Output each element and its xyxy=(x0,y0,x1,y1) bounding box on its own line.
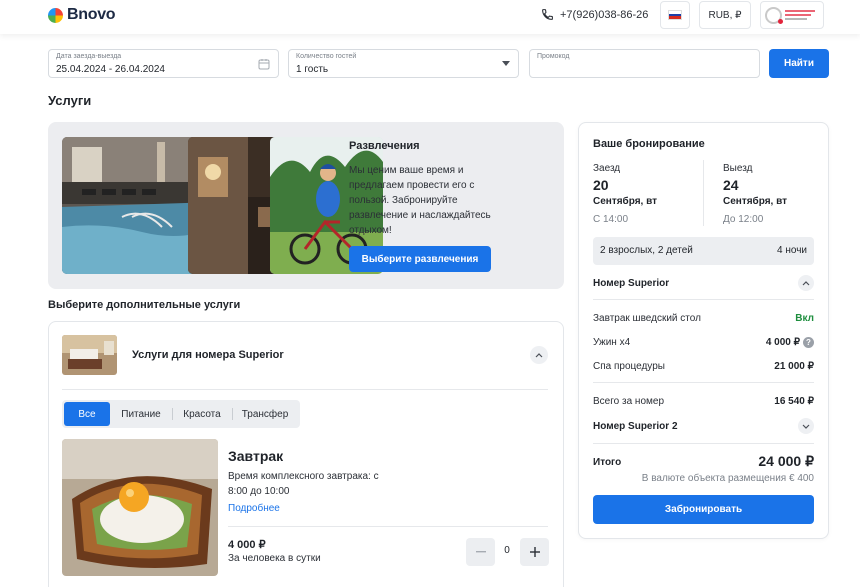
collapse-room-services-button[interactable] xyxy=(530,346,548,364)
dates-label: Дата заезда-выезда xyxy=(56,53,122,60)
line-breakfast-value: Вкл xyxy=(795,313,814,324)
guests-label: Количество гостей xyxy=(296,53,357,60)
phone-link[interactable]: +7(926)038-86-26 xyxy=(541,8,648,21)
collapse-room1-button[interactable] xyxy=(798,275,814,291)
logo-icon xyxy=(48,7,63,23)
service-category-tabs: Все Питание Красота Трансфер xyxy=(62,400,300,428)
partner-logo xyxy=(760,1,824,29)
currency-button[interactable]: RUB, ₽ xyxy=(699,1,751,29)
calendar-icon xyxy=(258,59,270,70)
breakfast-description: Время комплексного завтрака: с 8:00 до 1… xyxy=(228,471,379,497)
checkin-time: С 14:00 xyxy=(593,214,629,225)
breakfast-price-unit: За человека в сутки xyxy=(228,553,321,564)
entertainment-description: Мы ценим ваше время и предлагаем провест… xyxy=(349,165,491,236)
checkout-date: Сентября, вт xyxy=(723,196,788,207)
russian-flag-icon xyxy=(668,10,682,20)
breakfast-more-link[interactable]: Подробнее xyxy=(228,503,280,514)
room-thumbnail xyxy=(62,335,117,375)
guests-summary: 2 взрослых, 2 детей xyxy=(600,245,693,256)
phone-icon xyxy=(542,9,553,20)
room1-title: Номер Superior xyxy=(593,278,670,289)
divider xyxy=(62,389,548,390)
tab-beauty[interactable]: Красота xyxy=(172,402,232,426)
partner-logo-icon xyxy=(765,6,783,24)
line-spa-label: Спа процедуры xyxy=(593,361,665,372)
language-button[interactable] xyxy=(660,1,690,29)
logo[interactable]: Bnovo xyxy=(48,6,116,24)
checkin-day: 20 xyxy=(593,177,609,193)
line-breakfast-label: Завтрак шведский стол xyxy=(593,313,701,324)
decrease-quantity-button[interactable] xyxy=(466,538,495,566)
increase-quantity-button[interactable] xyxy=(520,538,549,566)
chevron-down-icon xyxy=(802,424,810,429)
dates-value: 25.04.2024 - 26.04.2024 xyxy=(56,64,165,75)
chevron-down-icon xyxy=(502,61,510,66)
line-dinner-value-wrap: 4 000 ₽? xyxy=(740,337,814,348)
checkin-date: Сентября, вт xyxy=(593,196,658,207)
logo-text: Bnovo xyxy=(67,6,116,23)
checkin-label: Заезд xyxy=(593,163,621,174)
checkout-label: Выезд xyxy=(723,163,753,174)
page-title: Услуги xyxy=(48,93,92,108)
book-button[interactable]: Забронировать xyxy=(593,495,814,524)
phone-number: +7(926)038-86-26 xyxy=(560,8,649,21)
line-dinner-label: Ужин x4 xyxy=(593,337,631,348)
breakfast-image xyxy=(62,439,218,576)
checkout-time: До 12:00 xyxy=(723,214,764,225)
quantity-value: 0 xyxy=(504,545,510,556)
promo-label: Промокод xyxy=(537,53,570,60)
tab-food[interactable]: Питание xyxy=(110,402,172,426)
chevron-up-icon xyxy=(535,352,543,357)
expand-room2-button[interactable] xyxy=(798,418,814,434)
guests-nights-summary: 2 взрослых, 2 детей 4 ночи xyxy=(593,237,814,265)
help-icon[interactable]: ? xyxy=(803,337,814,348)
breakfast-title: Завтрак xyxy=(228,448,284,464)
chevron-up-icon xyxy=(802,280,810,285)
guests-value: 1 гость xyxy=(296,64,329,75)
divider xyxy=(228,526,548,527)
choose-entertainment-button[interactable]: Выберите развлечения xyxy=(349,246,491,272)
plus-icon xyxy=(529,547,540,557)
room2-title: Номер Superior 2 xyxy=(593,421,678,432)
checkout-day: 24 xyxy=(723,177,739,193)
line-dinner-value: 4 000 ₽ xyxy=(765,337,800,349)
booking-title: Ваше бронирование xyxy=(593,138,705,150)
room-services-title: Услуги для номера Superior xyxy=(132,349,284,361)
tab-transfer[interactable]: Трансфер xyxy=(232,402,298,426)
header: Bnovo +7(926)038-86-26 RUB, ₽ xyxy=(0,0,860,34)
total-value: 24 000 ₽ xyxy=(758,453,814,469)
entertainment-title: Развлечения xyxy=(349,140,420,152)
divider xyxy=(593,382,814,383)
dates-field[interactable]: Дата заезда-выезда 25.04.2024 - 26.04.20… xyxy=(48,49,279,78)
guests-select[interactable]: Количество гостей 1 гость xyxy=(288,49,519,78)
promo-input[interactable]: Промокод xyxy=(529,49,760,78)
minus-icon xyxy=(475,551,486,553)
room-total-label: Всего за номер xyxy=(593,396,665,407)
nights-summary: 4 ночи xyxy=(777,245,807,256)
services-subtitle: Выберите дополнительные услуги xyxy=(48,299,241,311)
search-button[interactable]: Найти xyxy=(769,49,829,78)
room-total-value: 16 540 ₽ xyxy=(774,396,814,407)
checkin-checkout-divider xyxy=(703,160,704,226)
tab-all[interactable]: Все xyxy=(64,402,110,426)
total-label: Итого xyxy=(593,457,622,468)
divider xyxy=(593,443,814,444)
divider xyxy=(593,299,814,300)
breakfast-price: 4 000 ₽ xyxy=(228,539,266,551)
line-spa-value: 21 000 ₽ xyxy=(774,361,814,372)
total-currency-note: В валюте объекта размещения € 400 xyxy=(641,473,814,484)
